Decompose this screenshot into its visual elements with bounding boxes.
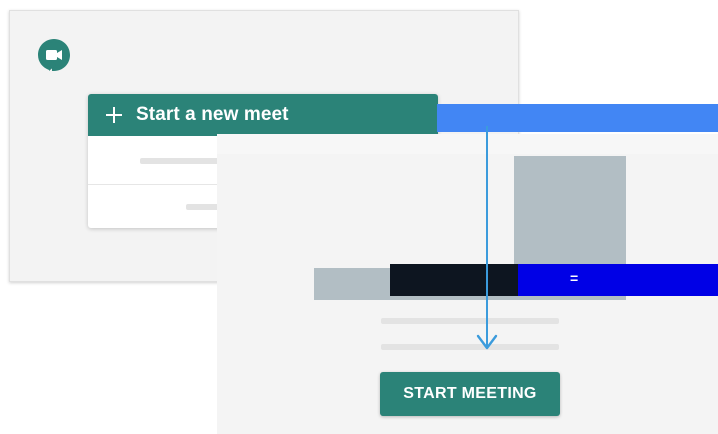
preview-toolbar: = [390, 264, 718, 296]
highlight-bar [437, 104, 718, 132]
connector-arrow-line [486, 126, 488, 348]
start-meeting-button[interactable]: START MEETING [380, 372, 560, 416]
detail-placeholder [381, 344, 559, 350]
toolbar-left-segment [390, 264, 518, 296]
window-top-strip [217, 134, 718, 154]
start-new-meeting-item[interactable]: Start a new meet [88, 94, 438, 136]
plus-icon [106, 107, 122, 123]
start-new-meeting-label: Start a new meet [136, 104, 289, 125]
arrow-down-icon [476, 334, 498, 350]
detail-placeholder [381, 318, 559, 324]
google-meet-icon [38, 39, 70, 71]
screenshot-stage: Start a new meet = START MEETING [0, 0, 718, 434]
menu-icon[interactable]: = [570, 270, 578, 286]
